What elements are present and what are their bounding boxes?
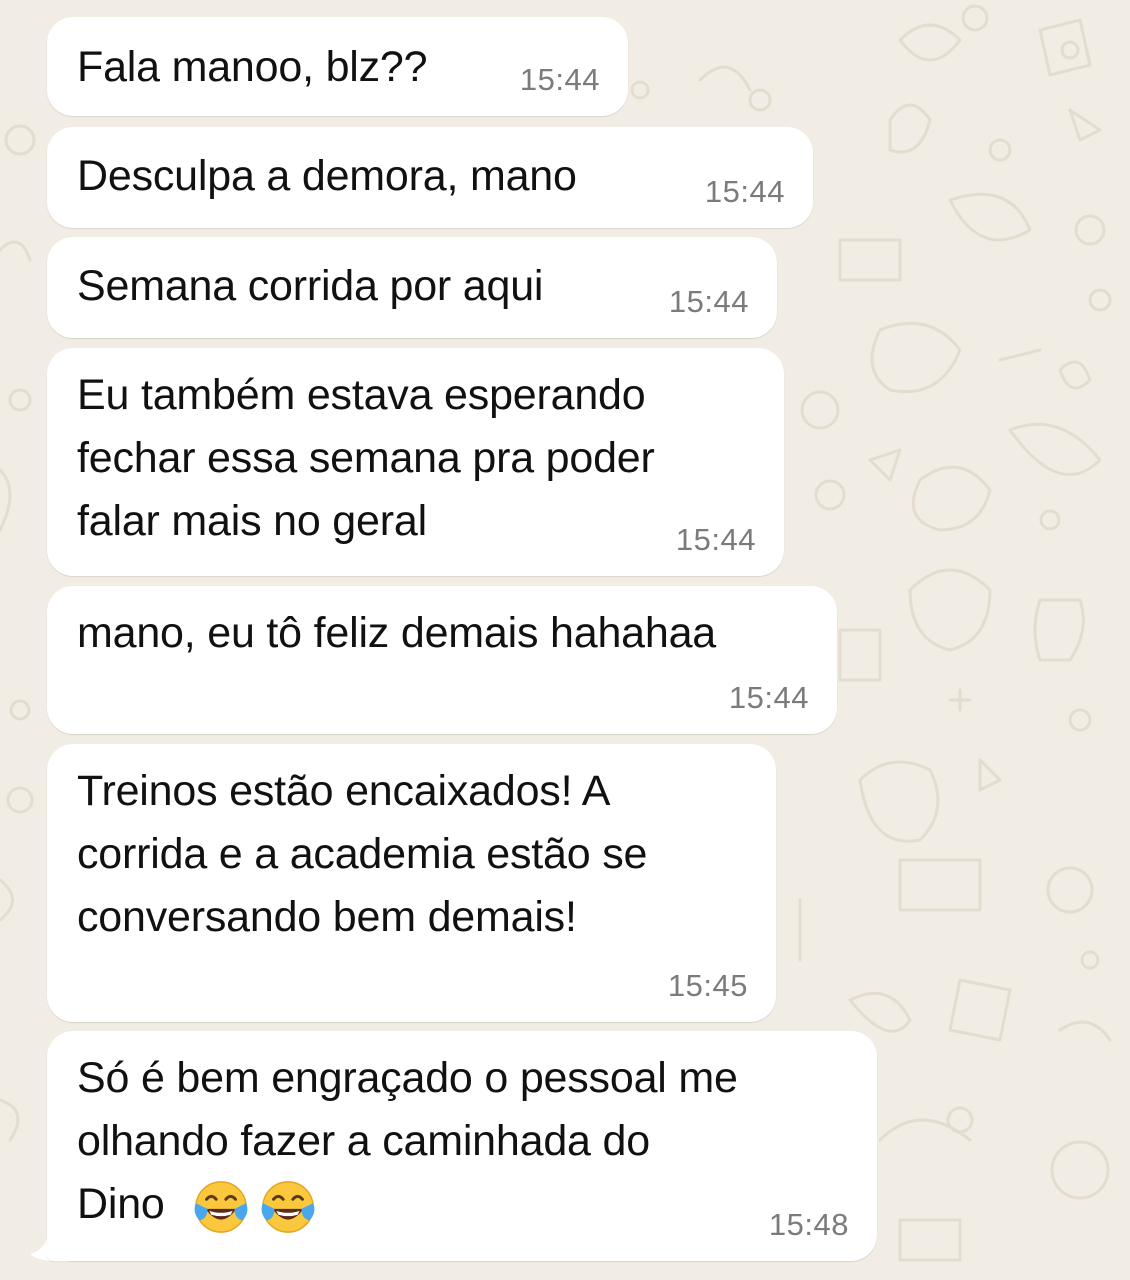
message-text: Fala manoo, blz?? — [77, 43, 428, 91]
message-bubble[interactable]: Só é bem engraçado o pessoal me olhando … — [47, 1031, 877, 1261]
face-with-tears-of-joy-icon — [194, 1181, 248, 1233]
message-text: Desculpa a demora, mano — [77, 152, 577, 200]
message-time: 15:44 — [519, 62, 600, 97]
message-time: 15:44 — [728, 680, 809, 715]
message-text: Eu também estava esperando fechar essa s… — [77, 371, 655, 545]
message-bubble[interactable]: mano, eu tô feliz demais hahahaa 15:44 — [47, 586, 837, 734]
message-time: 15:44 — [668, 284, 749, 319]
message-text: Só é bem engraçado o pessoal me olhando … — [77, 1054, 738, 1228]
message-bubble[interactable]: Semana corrida por aqui 15:44 — [47, 237, 777, 338]
message-time: 15:44 — [675, 522, 756, 557]
message-bubble[interactable]: Treinos estão encaixados! A corrida e a … — [47, 744, 776, 1022]
face-with-tears-of-joy-icon — [261, 1181, 315, 1233]
chat-thread[interactable]: Fala manoo, blz?? 15:44 Desculpa a demor… — [0, 0, 1130, 1280]
message-time: 15:48 — [768, 1207, 849, 1242]
message-bubble[interactable]: Eu também estava esperando fechar essa s… — [47, 348, 784, 576]
message-bubble[interactable]: Desculpa a demora, mano 15:44 — [47, 127, 813, 228]
message-text: mano, eu tô feliz demais hahahaa — [77, 609, 717, 657]
message-time: 15:45 — [667, 968, 748, 1003]
message-text: Treinos estão encaixados! A corrida e a … — [77, 767, 648, 941]
message-text: Semana corrida por aqui — [77, 262, 544, 310]
message-bubble[interactable]: Fala manoo, blz?? 15:44 — [47, 17, 628, 116]
message-time: 15:44 — [704, 174, 785, 209]
